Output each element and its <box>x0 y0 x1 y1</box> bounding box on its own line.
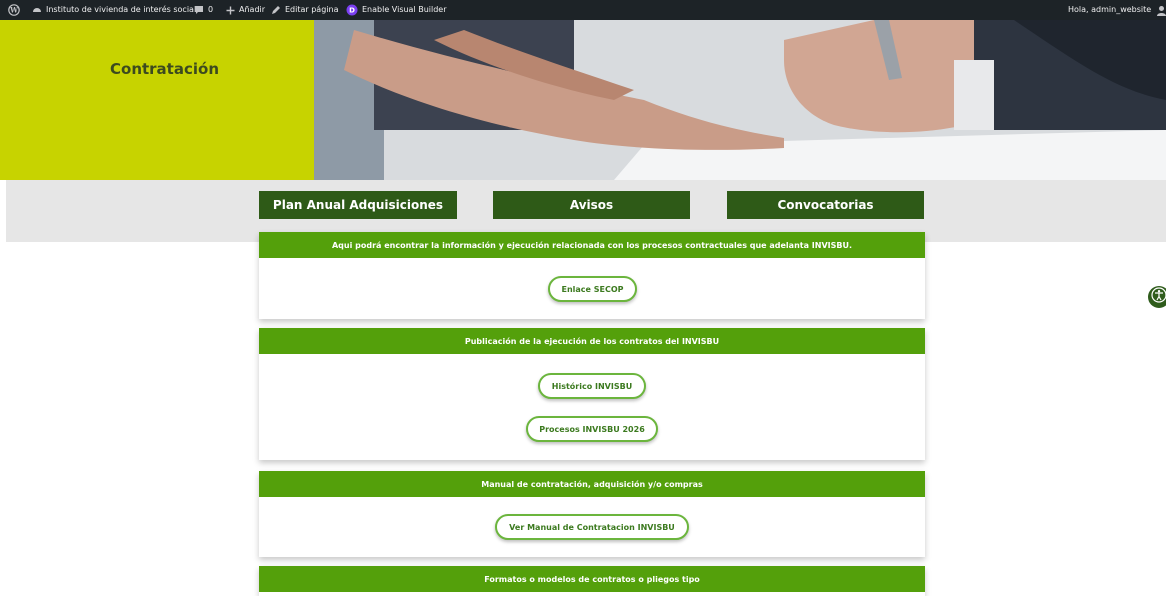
page-title: Contratación <box>110 60 219 78</box>
hero-title-panel: Contratación <box>0 20 314 180</box>
section-header: Manual de contratación, adquisición y/o … <box>259 471 925 497</box>
accessibility-button[interactable] <box>1148 286 1166 308</box>
ejecucion-section: Publicación de la ejecución de los contr… <box>259 328 925 460</box>
edit-page-label: Editar página <box>285 5 339 14</box>
wordpress-icon: W <box>8 4 20 16</box>
procesos-2026-button[interactable]: Procesos INVISBU 2026 <box>526 416 658 442</box>
contract-signing-photo <box>314 20 1166 180</box>
wordpress-menu[interactable]: W <box>8 0 24 20</box>
formatos-section: Formatos o modelos de contratos o pliego… <box>259 566 925 596</box>
user-avatar-icon <box>1156 5 1166 16</box>
enlace-secop-button[interactable]: Enlace SECOP <box>548 276 637 302</box>
edit-page-link[interactable]: Editar página <box>271 0 338 20</box>
section-header: Formatos o modelos de contratos o pliego… <box>259 566 925 592</box>
add-new-label: Añadir <box>239 5 266 14</box>
svg-text:W: W <box>9 6 18 15</box>
plus-icon <box>226 6 235 15</box>
secop-section: Aqui podrá encontrar la información y ej… <box>259 232 925 319</box>
section-header: Publicación de la ejecución de los contr… <box>259 328 925 354</box>
dashboard-icon <box>32 5 42 15</box>
my-account-link[interactable]: Hola, admin_website <box>1068 0 1166 20</box>
comments-count: 0 <box>208 5 214 14</box>
manual-section: Manual de contratación, adquisición y/o … <box>259 471 925 557</box>
plan-anual-button[interactable]: Plan Anual Adquisiciones <box>259 191 457 219</box>
avisos-button[interactable]: Avisos <box>493 191 690 219</box>
hero-banner: Contratación <box>0 20 1166 180</box>
accessibility-icon <box>1151 287 1166 307</box>
hero-image <box>314 20 1166 180</box>
svg-text:D: D <box>349 7 355 15</box>
add-new-link[interactable]: Añadir <box>226 0 265 20</box>
visual-builder-label: Enable Visual Builder <box>362 5 447 14</box>
comment-icon <box>194 5 204 15</box>
historico-button[interactable]: Histórico INVISBU <box>538 373 646 399</box>
pencil-icon <box>271 5 281 15</box>
section-header: Aqui podrá encontrar la información y ej… <box>259 232 925 258</box>
site-name: Instituto de vivienda de interés social.… <box>46 5 204 14</box>
admin-bar: W Instituto de vivienda de interés socia… <box>0 0 1166 20</box>
convocatorias-button[interactable]: Convocatorias <box>727 191 924 219</box>
divi-icon: D <box>346 4 358 16</box>
comments-link[interactable]: 0 <box>194 0 213 20</box>
site-name-link[interactable]: Instituto de vivienda de interés social.… <box>32 0 204 20</box>
ver-manual-button[interactable]: Ver Manual de Contratacion INVISBU <box>495 514 689 540</box>
visual-builder-link[interactable]: D Enable Visual Builder <box>346 0 447 20</box>
greeting: Hola, admin_website <box>1068 5 1152 14</box>
